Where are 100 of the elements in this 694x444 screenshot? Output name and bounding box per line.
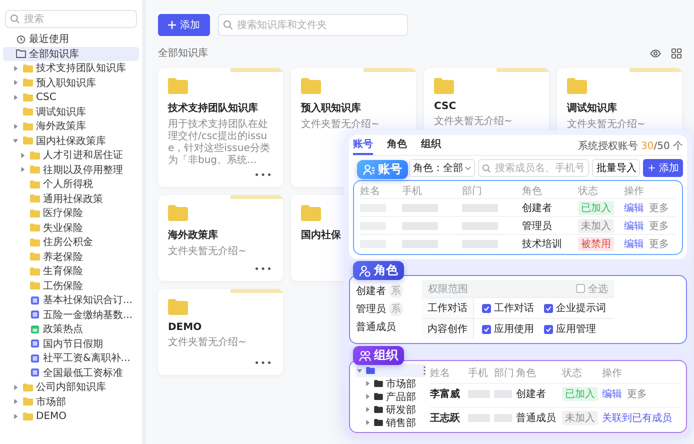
checkbox[interactable] — [576, 284, 585, 293]
sidebar-item[interactable]: 通用社保政策 — [3, 192, 139, 206]
sidebar-item[interactable]: 五险一金缴纳基数... — [3, 308, 139, 322]
sidebar-item[interactable]: 预入职知识库 — [3, 76, 139, 90]
sidebar-item[interactable]: 公司内部知识库 — [3, 380, 139, 394]
action-link[interactable]: 编辑 — [624, 200, 644, 214]
search-field[interactable]: 搜索成员名、手机号 — [478, 159, 590, 177]
sidebar-item[interactable]: 海外政策库 — [3, 119, 139, 134]
sidebar-item[interactable]: 工伤保险 — [3, 278, 139, 293]
import-button[interactable]: 批量导入 — [592, 159, 640, 177]
sidebar-item[interactable]: 调试知识库 — [3, 104, 139, 119]
redacted-bar — [494, 390, 512, 398]
grid-icon[interactable] — [671, 48, 682, 58]
folder-icon — [23, 412, 33, 421]
tree-item[interactable]: 研发部 — [356, 403, 426, 416]
more-button[interactable]: ••• — [254, 261, 273, 275]
role-filter[interactable]: 角色：全部 — [409, 159, 475, 177]
sidebar-item[interactable]: 住房公积金 — [3, 235, 139, 250]
role-item[interactable]: 创建者 系 — [356, 283, 422, 299]
folder-icon — [30, 208, 40, 218]
card-description: 文件夹暂无介绍~ — [168, 337, 246, 349]
sidebar-item[interactable]: 往期以及停用整理 — [3, 162, 139, 177]
tab[interactable]: 组织 — [421, 137, 441, 155]
tree-item[interactable]: 销售部 — [356, 416, 426, 429]
more-button[interactable]: ••• — [254, 355, 273, 369]
caret-icon[interactable] — [12, 79, 19, 86]
action-link[interactable]: 编辑 — [602, 386, 622, 401]
caret-icon[interactable] — [364, 406, 371, 413]
caret-icon[interactable] — [12, 384, 19, 391]
redacted-bar — [468, 414, 490, 422]
folder-icon — [30, 252, 40, 262]
tree-item[interactable]: 市场部 — [356, 377, 426, 390]
folder-icon — [168, 205, 188, 221]
role-item[interactable]: 管理员 系 — [356, 301, 422, 317]
sidebar-item[interactable]: 个人所得税 — [3, 177, 139, 192]
folder-icon — [23, 122, 33, 131]
sidebar-item[interactable]: 技术支持团队知识库 — [3, 61, 139, 76]
column-header: 姓名 — [360, 184, 381, 198]
sidebar-item[interactable]: 人才引进和居住证 — [3, 148, 139, 162]
caret-icon[interactable] — [12, 398, 19, 406]
sidebar-item[interactable]: 失业保险 — [3, 220, 139, 235]
folder-card[interactable]: 技术支持团队知识库 用于技术支持团队在处理交付/csc提出的issue，针对这些issue分类为「非bug、系统... ••• — [158, 68, 283, 187]
search-field[interactable]: 搜索 — [5, 10, 137, 28]
caret-icon[interactable] — [12, 94, 19, 101]
folder-card[interactable]: DEMO 文件夹暂无介绍~ ••• — [158, 289, 283, 375]
sidebar-item[interactable]: DEMO — [3, 409, 139, 424]
sidebar-item[interactable]: 最近使用 — [3, 32, 139, 46]
checkbox[interactable] — [482, 324, 491, 334]
caret-icon[interactable] — [364, 393, 371, 400]
caret-icon[interactable] — [12, 122, 19, 130]
sidebar-item[interactable]: 生育保险 — [3, 264, 139, 278]
checkbox-label: 工作对话 — [494, 302, 534, 315]
more-icon[interactable] — [423, 366, 426, 375]
sidebar-item[interactable]: 基本社保知识合订... — [3, 293, 139, 308]
caret-icon[interactable] — [12, 412, 19, 420]
add-button[interactable]: 添加 — [158, 14, 210, 36]
action-link[interactable]: 更多 — [649, 200, 669, 214]
action-link[interactable]: 更多 — [649, 218, 669, 232]
checkbox[interactable] — [544, 304, 553, 312]
sidebar-item[interactable]: 全国最低工资标准 — [3, 366, 139, 380]
eye-icon[interactable] — [650, 48, 661, 58]
status-tag: 被禁用 — [578, 236, 614, 250]
search-field[interactable]: 搜索知识库和文件夹 — [218, 14, 408, 36]
more-button[interactable]: ••• — [254, 167, 273, 181]
add-button[interactable]: + 添加 — [643, 159, 683, 177]
caret-icon[interactable] — [356, 367, 363, 374]
sidebar-item[interactable]: CSC — [3, 90, 139, 104]
sidebar-item[interactable]: 全部知识库 — [3, 46, 139, 61]
action-link[interactable]: 编辑 — [624, 236, 644, 250]
sidebar-item[interactable]: 市场部 — [3, 394, 139, 409]
tab[interactable]: 账号 — [353, 137, 373, 155]
action-link[interactable]: 更多 — [627, 386, 647, 401]
tree-item[interactable]: 产品部 — [356, 390, 426, 403]
folder-card[interactable]: 海外政策库 文件夹暂无介绍~ ••• — [158, 195, 283, 281]
table-cell-text: 技术培训 — [522, 238, 562, 250]
action-link[interactable]: 关联到已有成员 — [602, 410, 672, 425]
caret-icon[interactable] — [364, 419, 371, 426]
sidebar-item[interactable]: 国内社保政策库 — [3, 134, 139, 148]
caret-icon[interactable] — [364, 380, 371, 387]
caret-icon[interactable] — [12, 137, 19, 144]
caret-icon[interactable] — [12, 64, 19, 72]
sidebar-item[interactable]: 医疗保险 — [3, 206, 139, 220]
sidebar-item[interactable]: 国内节日假期 — [3, 336, 139, 351]
column-header: 操作 — [602, 366, 623, 380]
caret-icon[interactable] — [19, 166, 26, 174]
folder-icon — [434, 78, 454, 94]
checkbox[interactable] — [544, 324, 553, 334]
card-title: 技术支持团队知识库 — [168, 101, 258, 115]
column-header: 状态 — [562, 366, 583, 380]
action-link[interactable]: 编辑 — [624, 218, 644, 232]
sidebar-item[interactable]: 政策热点 — [3, 322, 139, 336]
role-item[interactable]: 普通成员 — [356, 319, 422, 335]
sidebar-item[interactable]: 养老保险 — [3, 250, 139, 264]
action-link[interactable]: 更多 — [649, 236, 669, 250]
sidebar-item[interactable]: 社平工资&离职补... — [3, 351, 139, 366]
tab[interactable]: 角色 — [387, 137, 407, 155]
column-header: 角色 — [522, 184, 543, 198]
checkbox[interactable] — [482, 304, 491, 312]
tree-item[interactable] — [356, 364, 426, 377]
caret-icon[interactable] — [19, 152, 26, 159]
